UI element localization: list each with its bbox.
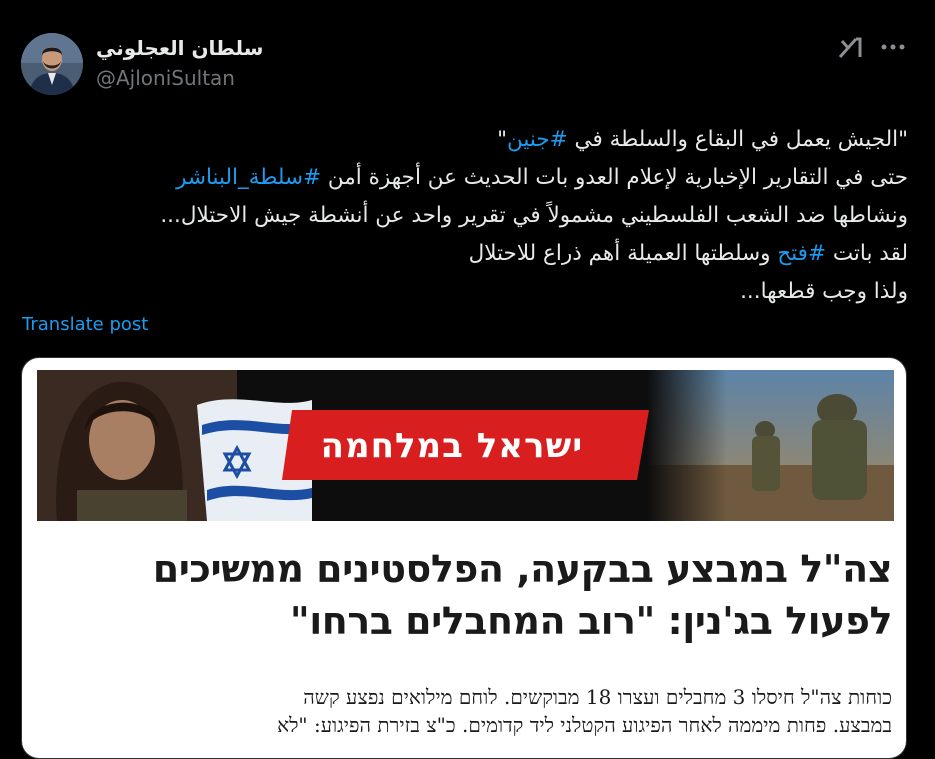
banner-title: ישראל במלחמה [320,426,584,466]
post-text-segment: لقد باتت [825,241,908,266]
author-handle[interactable]: @AjloniSultan [96,66,235,90]
author-display-name[interactable]: سلطان العجلوني [96,36,263,60]
translate-post-link[interactable]: Translate post [22,314,148,335]
post-text-segment: "الجيش يعمل في البقاع والسلطة في [567,127,908,152]
post-text-segment: حتى في التقارير الإخبارية لإعلام العدو ب… [321,165,908,190]
hashtag-link[interactable]: #جنين [507,127,568,152]
headline-line: צה"ל במבצע בבקעה, הפלסטינים ממשיכים [152,547,893,591]
hashtag-link[interactable]: #فتح [777,241,826,266]
post-text-segment: وسلطتها العميلة أهم ذراع للاحتلال [468,241,778,266]
media-card[interactable]: ישראל במלחמה צה"ל במבצע בבקעה, הפלסטינים… [21,357,907,759]
more-icon[interactable] [876,34,910,60]
post-text-line: ولذا وجب قطعها... [18,273,908,311]
post-text-line: لقد باتت #فتح وسلطتها العميلة أهم ذراع ل… [18,235,908,273]
headline-line: לפעול בג'נין: "רוב המחבלים ברחו" [289,599,893,643]
avatar[interactable] [21,33,83,95]
body-line: כוחות צה"ל חיסלו 3 מחבלים ועצרו 18 מבוקש… [303,685,892,709]
post-text-line: حتى في التقارير الإخبارية لإعلام العدو ب… [18,159,908,197]
post-text-segment: " [497,127,508,152]
post-text-line: "الجيش يعمل في البقاع والسلطة في #جنين" [18,121,908,159]
grok-icon[interactable] [836,33,864,61]
article-body: כוחות צה"ל חיסלו 3 מחבלים ועצרו 18 מבוקש… [22,683,892,739]
post-text-segment: ونشاطها ضد الشعب الفلسطيني مشمولاً في تق… [160,203,908,228]
body-line: במבצע. פחות מיממה לאחר הפיגוע הקטלני ליד… [277,713,892,737]
post-text-segment: ولذا وجب قطعها... [740,279,908,304]
news-banner: ישראל במלחמה [37,370,894,521]
hashtag-link[interactable]: #سلطة_البناشر [176,165,321,190]
post-text-line: ونشاطها ضد الشعب الفلسطيني مشمولاً في تق… [18,197,908,235]
article-headline: צה"ל במבצע בבקעה, הפלסטינים ממשיכים לפעו… [22,543,893,647]
post-text: "الجيش يعمل في البقاع والسلطة في #جنين" ح… [18,121,908,311]
avatar-photo-icon [21,33,83,95]
